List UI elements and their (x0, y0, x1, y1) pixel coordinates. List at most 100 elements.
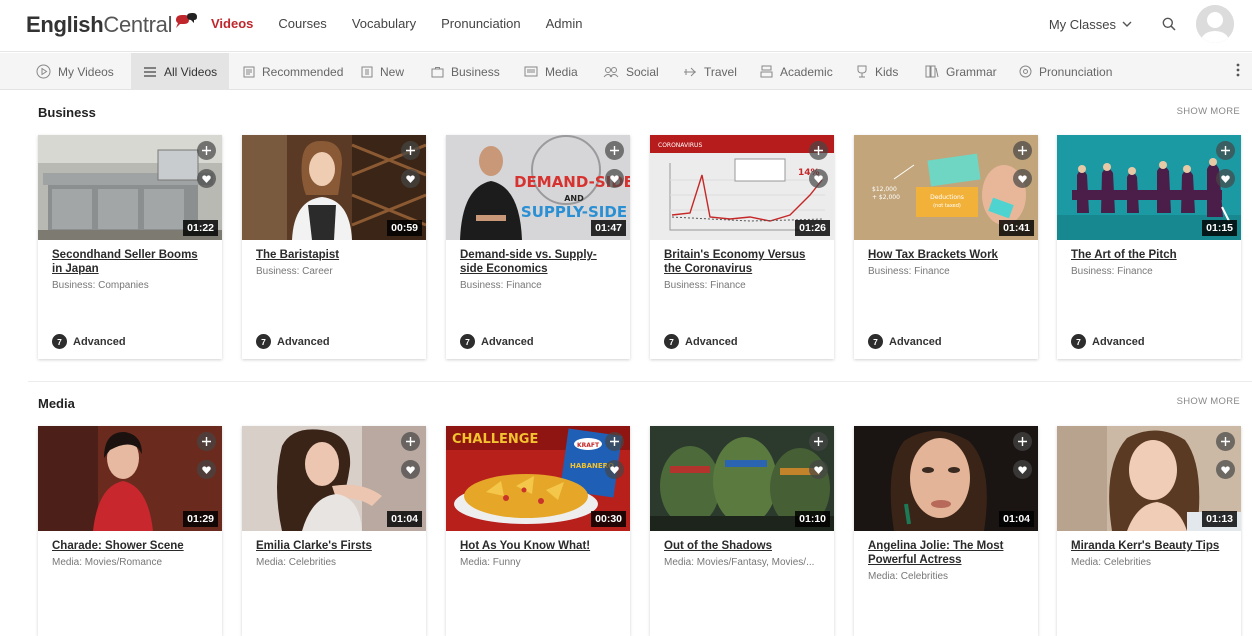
plus-icon (1018, 146, 1027, 155)
video-title-link[interactable]: Out of the Shadows (664, 539, 820, 553)
video-thumbnail[interactable]: CORONAVIRUS 14% 01:26 (650, 135, 834, 240)
video-duration: 01:13 (1202, 511, 1237, 527)
show-more-business[interactable]: SHOW MORE (1177, 106, 1240, 117)
favorite-button[interactable] (1013, 169, 1032, 188)
nav-vocabulary[interactable]: Vocabulary (352, 16, 416, 31)
add-to-list-button[interactable] (1216, 432, 1235, 451)
cat-my-videos[interactable]: My Videos (36, 53, 126, 90)
plus-icon (610, 437, 619, 446)
video-card[interactable]: 01:04 Angelina Jolie: The Most Powerful … (854, 426, 1038, 636)
play-icon (36, 64, 51, 79)
video-card[interactable]: 00:59 The Baristapist Business: Career 7… (242, 135, 426, 359)
video-card[interactable]: DEMAND-SIDE AND SUPPLY-SIDE 01:47 Demand… (446, 135, 630, 359)
add-to-list-button[interactable] (809, 141, 828, 160)
cat-social[interactable]: Social (603, 53, 671, 90)
cat-business[interactable]: Business (431, 53, 512, 90)
video-title-link[interactable]: The Baristapist (256, 248, 412, 262)
video-title-link[interactable]: Angelina Jolie: The Most Powerful Actres… (868, 539, 1024, 567)
favorite-button[interactable] (197, 460, 216, 479)
video-thumbnail[interactable]: CHALLENGE KRAFT HABANERO 00:30 (446, 426, 630, 531)
video-card[interactable]: CORONAVIRUS 14% 01:26 Britain's Economy … (650, 135, 834, 359)
add-to-list-button[interactable] (1013, 432, 1032, 451)
favorite-button[interactable] (605, 460, 624, 479)
video-title-link[interactable]: The Art of the Pitch (1071, 248, 1227, 262)
video-thumbnail[interactable]: DEMAND-SIDE AND SUPPLY-SIDE 01:47 (446, 135, 630, 240)
add-to-list-button[interactable] (401, 141, 420, 160)
video-title-link[interactable]: Demand-side vs. Supply-side Economics (460, 248, 616, 276)
video-title-link[interactable]: How Tax Brackets Work (868, 248, 1024, 262)
video-thumbnail[interactable]: 01:13 (1057, 426, 1241, 531)
thumb-text-kraft: KRAFT (577, 442, 600, 449)
cat-media[interactable]: Media (524, 53, 590, 90)
add-to-list-button[interactable] (197, 141, 216, 160)
favorite-button[interactable] (605, 169, 624, 188)
video-thumbnail[interactable]: 01:29 (38, 426, 222, 531)
video-category: Business: Career (256, 266, 333, 277)
video-title-link[interactable]: Emilia Clarke's Firsts (256, 539, 412, 553)
show-more-media[interactable]: SHOW MORE (1177, 396, 1240, 407)
thumb-text-amount: $12,000 (872, 186, 897, 193)
cat-travel[interactable]: Travel (683, 53, 749, 90)
video-card[interactable]: 01:04 Emilia Clarke's Firsts Media: Cele… (242, 426, 426, 636)
add-to-list-button[interactable] (197, 432, 216, 451)
add-to-list-button[interactable] (401, 432, 420, 451)
add-to-list-button[interactable] (809, 432, 828, 451)
add-to-list-button[interactable] (605, 141, 624, 160)
add-to-list-button[interactable] (605, 432, 624, 451)
englishcentral-logo[interactable]: English Central (26, 12, 198, 38)
video-thumbnail[interactable]: 01:10 (650, 426, 834, 531)
user-avatar[interactable] (1196, 5, 1234, 43)
video-title-link[interactable]: Miranda Kerr's Beauty Tips (1071, 539, 1227, 553)
video-thumbnail[interactable]: 00:59 (242, 135, 426, 240)
search-icon[interactable] (1162, 17, 1176, 31)
nav-videos[interactable]: Videos (211, 16, 253, 31)
cat-grammar[interactable]: Grammar (925, 53, 1009, 90)
cat-academic[interactable]: Academic (760, 53, 845, 90)
cat-all-videos[interactable]: All Videos (131, 53, 230, 90)
nav-courses[interactable]: Courses (278, 16, 326, 31)
video-thumbnail[interactable]: 01:04 (854, 426, 1038, 531)
cat-pronunciation[interactable]: Pronunciation (1019, 53, 1124, 90)
my-classes-label: My Classes (1048, 16, 1116, 32)
video-title-link[interactable]: Britain's Economy Versus the Coronavirus (664, 248, 820, 276)
video-card[interactable]: 01:22 Secondhand Seller Booms in Japan B… (38, 135, 222, 359)
favorite-button[interactable] (1216, 460, 1235, 479)
video-card[interactable]: 01:15 The Art of the Pitch Business: Fin… (1057, 135, 1241, 359)
video-thumbnail[interactable]: Deductions (not taxed) $12,000 + $2,000 … (854, 135, 1038, 240)
nav-pronunciation[interactable]: Pronunciation (441, 16, 521, 31)
video-title-link[interactable]: Charade: Shower Scene (52, 539, 208, 553)
cat-kids[interactable]: Kids (856, 53, 910, 90)
cat-new[interactable]: New (361, 53, 416, 90)
video-card[interactable]: 01:29 Charade: Shower Scene Media: Movie… (38, 426, 222, 636)
heart-icon (814, 465, 823, 474)
video-thumbnail[interactable]: 01:22 (38, 135, 222, 240)
plane-icon (684, 67, 696, 76)
add-to-list-button[interactable] (1216, 141, 1235, 160)
video-category: Media: Movies/Romance (52, 557, 163, 568)
plus-icon (1221, 146, 1230, 155)
favorite-button[interactable] (401, 460, 420, 479)
new-icon (361, 66, 373, 77)
video-title-link[interactable]: Hot As You Know What! (460, 539, 616, 553)
favorite-button[interactable] (1013, 460, 1032, 479)
favorite-button[interactable] (1216, 169, 1235, 188)
nav-admin[interactable]: Admin (546, 16, 583, 31)
video-thumbnail[interactable]: 01:15 (1057, 135, 1241, 240)
favorite-button[interactable] (197, 169, 216, 188)
video-card[interactable]: CHALLENGE KRAFT HABANERO 00:30 Hot As Yo… (446, 426, 630, 636)
video-card[interactable]: 01:13 Miranda Kerr's Beauty Tips Media: … (1057, 426, 1241, 636)
favorite-button[interactable] (809, 169, 828, 188)
video-card[interactable]: Deductions (not taxed) $12,000 + $2,000 … (854, 135, 1038, 359)
favorite-button[interactable] (401, 169, 420, 188)
video-thumbnail[interactable]: 01:04 (242, 426, 426, 531)
video-title-link[interactable]: Secondhand Seller Booms in Japan (52, 248, 208, 276)
my-classes-dropdown[interactable]: My Classes (1049, 17, 1132, 32)
cat-recommended[interactable]: Recommended (243, 53, 355, 90)
more-vertical-icon[interactable] (1236, 63, 1240, 77)
video-duration: 01:22 (183, 220, 218, 236)
video-card[interactable]: 01:10 Out of the Shadows Media: Movies/F… (650, 426, 834, 636)
video-duration: 00:59 (387, 220, 422, 236)
add-to-list-button[interactable] (1013, 141, 1032, 160)
video-category: Business: Finance (868, 266, 950, 277)
favorite-button[interactable] (809, 460, 828, 479)
